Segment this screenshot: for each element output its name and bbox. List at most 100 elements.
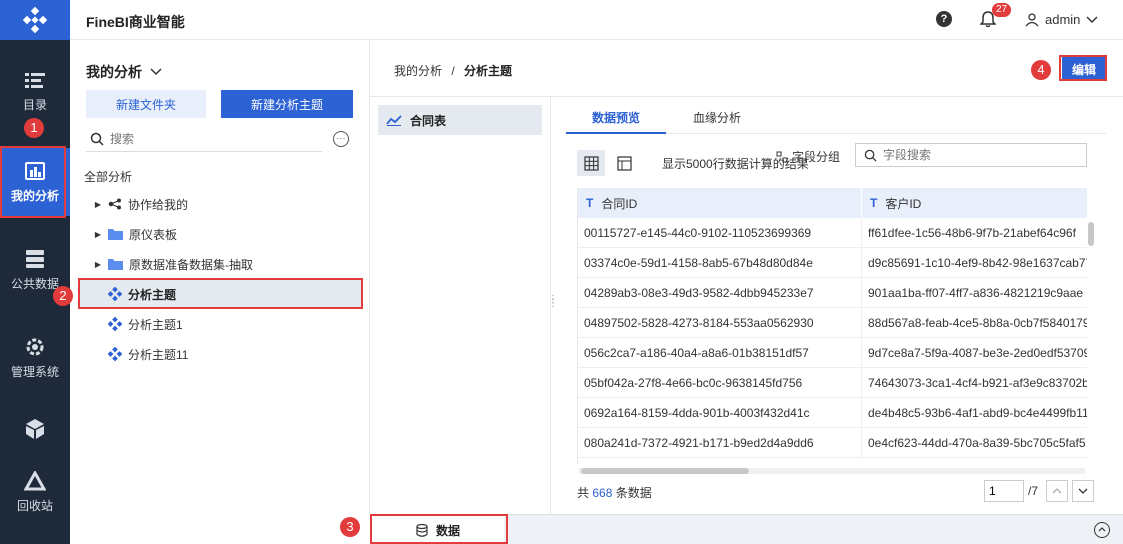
top-bar: FineBI商业智能 ? 27 admin — [70, 0, 1123, 40]
resize-handle[interactable]: ⋮⋮ — [548, 295, 558, 309]
table-cell[interactable]: de4b48c5-93b6-4af1-abd9-bc4e4499fb11 — [862, 398, 1087, 428]
grid-view-button[interactable] — [577, 150, 605, 176]
nav-item-catalog[interactable]: 目录 — [0, 58, 70, 126]
finebi-window: 目录 我的分析 公共数据 管理系统 回收站 FineBI商业智能 ? 27 ad… — [0, 0, 1123, 544]
tree-item-subject-11[interactable]: 分析主题11 — [78, 340, 362, 368]
table-row[interactable]: 056c2ca7-a186-40a4-a8a6-01b38151df57 9d7c… — [578, 338, 1087, 368]
tab-data-preview[interactable]: 数据预览 — [566, 109, 666, 134]
user-menu[interactable]: admin — [1025, 12, 1098, 27]
tree-item-old-dataset[interactable]: ▶ 原数据准备数据集-抽取 — [78, 250, 362, 278]
search-input[interactable] — [110, 131, 310, 146]
nav-label-catalog: 目录 — [22, 97, 47, 112]
all-analysis-label[interactable]: 全部分析 — [84, 168, 132, 185]
chevron-up-icon — [1052, 488, 1062, 494]
table-row[interactable]: 04289ab3-08e3-49d3-9582-4dbb945233e7 901a… — [578, 278, 1087, 308]
table-name: 合同表 — [410, 113, 447, 128]
subject-icon — [108, 347, 122, 361]
table-cell[interactable]: 04289ab3-08e3-49d3-9582-4dbb945233e7 — [578, 278, 862, 308]
vertical-scrollbar[interactable] — [1088, 218, 1094, 464]
expand-icon[interactable]: ▶ — [92, 260, 104, 269]
table-row[interactable]: 080a241d-7372-4921-b171-b9ed2d4a9dd6 0e4c… — [578, 428, 1087, 458]
horizontal-scrollbar[interactable] — [579, 468, 1085, 474]
scrollbar-thumb[interactable] — [581, 468, 749, 474]
table-row[interactable]: 00115727-e145-44c0-9102-110523699369 ff61… — [578, 218, 1087, 248]
database-icon — [416, 523, 428, 537]
search-icon — [90, 132, 104, 146]
nav-label-admin-system: 管理系统 — [10, 364, 59, 379]
tree-item-subject[interactable]: 分析主题 — [78, 280, 362, 308]
edit-button[interactable]: 编辑 — [1062, 57, 1106, 81]
collapse-panel-button[interactable] — [1094, 522, 1110, 538]
table-row[interactable]: 04897502-5828-4273-8184-553aa0562930 88d5… — [578, 308, 1087, 338]
table-list-item[interactable]: 合同表 — [378, 105, 542, 135]
column-header-label: 客户ID — [885, 196, 922, 211]
table-cell[interactable]: 056c2ca7-a186-40a4-a8a6-01b38151df57 — [578, 338, 862, 368]
subject-icon — [108, 287, 122, 301]
public-data-icon — [26, 249, 44, 268]
table-cell[interactable]: 04897502-5828-4273-8184-553aa0562930 — [578, 308, 862, 338]
table-cell[interactable]: 03374c0e-59d1-4158-8ab5-67b48d80d84e — [578, 248, 862, 278]
table-cell[interactable]: 74643073-3ca1-4cf4-b921-af3e9c83702b — [862, 368, 1087, 398]
table-cell[interactable]: 0e4cf623-44dd-470a-8a39-5bc705c5faf5 — [862, 428, 1087, 458]
breadcrumb: 我的分析 / 分析主题 — [394, 62, 512, 79]
help-icon[interactable]: ? — [936, 11, 952, 27]
breadcrumb-root[interactable]: 我的分析 — [394, 64, 442, 78]
more-options-icon[interactable]: ··· — [333, 131, 349, 147]
table-row[interactable]: 0692a164-8159-4dda-901b-4003f432d41c de4b… — [578, 398, 1087, 428]
tab-lineage-analysis[interactable]: 血缘分析 — [693, 109, 741, 134]
panel-title-text: 我的分析 — [86, 64, 142, 80]
breadcrumb-separator: / — [451, 64, 455, 78]
table-row[interactable]: 03374c0e-59d1-4158-8ab5-67b48d80d84e d9c8… — [578, 248, 1087, 278]
column-header[interactable]: T 合同ID — [578, 188, 862, 218]
subject-icon — [108, 317, 122, 331]
field-search-input[interactable] — [883, 148, 1073, 162]
layout-view-button[interactable] — [610, 150, 638, 176]
nav-label-recycle-bin: 回收站 — [16, 498, 53, 513]
table-cell[interactable]: 0692a164-8159-4dda-901b-4003f432d41c — [578, 398, 862, 428]
step-marker-3: 3 — [340, 517, 360, 537]
table-cell[interactable]: 05bf042a-27f8-4e66-bc0c-9638145fd756 — [578, 368, 862, 398]
tree-item-subject-1[interactable]: 分析主题1 — [78, 310, 362, 338]
new-folder-button[interactable]: 新建文件夹 — [86, 90, 206, 118]
table-cell[interactable]: ff61dfee-1c56-48b6-9f7b-21abef64c96f — [862, 218, 1087, 248]
page-input[interactable] — [984, 480, 1024, 502]
next-page-button[interactable] — [1072, 480, 1095, 502]
prev-page-button[interactable] — [1046, 480, 1069, 502]
expand-icon[interactable]: ▶ — [92, 230, 104, 239]
count-value: 668 — [592, 486, 613, 500]
table-cell[interactable]: 88d567a8-feab-4ce5-8b8a-0cb7f5840179 — [862, 308, 1087, 338]
table-cell[interactable]: 080a241d-7372-4921-b171-b9ed2d4a9dd6 — [578, 428, 862, 458]
data-tab[interactable]: 数据 — [372, 516, 504, 544]
expand-icon[interactable]: ▶ — [92, 200, 104, 209]
step-marker-2: 2 — [53, 286, 73, 306]
table-cell[interactable]: 901aa1ba-ff07-4ff7-a836-4821219c9aae — [862, 278, 1087, 308]
nav-item-my-analysis[interactable]: 我的分析 — [0, 148, 70, 216]
data-tab-label: 数据 — [435, 523, 460, 538]
tree-item-label: 协作给我的 — [128, 197, 189, 212]
table-cell[interactable]: d9c85691-1c10-4ef9-8b42-98e1637cab77 — [862, 248, 1087, 278]
field-group-button[interactable]: 字段分组 — [776, 148, 840, 165]
table-cell[interactable]: 9d7ce8a7-5f9a-4087-be3e-2ed0edf53709 — [862, 338, 1087, 368]
grid-body: 00115727-e145-44c0-9102-110523699369 ff61… — [578, 218, 1087, 458]
data-grid: T 合同ID T 客户ID 00115727-e145-44c0-9102-11… — [577, 188, 1087, 464]
user-icon — [1025, 12, 1039, 26]
finebi-logo[interactable] — [0, 0, 70, 40]
share-icon — [108, 198, 121, 210]
admin-system-icon — [26, 338, 44, 355]
view-tabs: 数据预览 血缘分析 — [566, 104, 1106, 134]
tree-item-old-dashboard[interactable]: ▶ 原仪表板 — [78, 220, 362, 248]
count-suffix: 条数据 — [615, 486, 652, 500]
table-cell[interactable]: 00115727-e145-44c0-9102-110523699369 — [578, 218, 862, 248]
column-header[interactable]: T 客户ID — [862, 188, 1087, 218]
tree-item-shared[interactable]: ▶ 协作给我的 — [78, 190, 362, 218]
grid-header: T 合同ID T 客户ID — [578, 188, 1087, 218]
scrollbar-thumb[interactable] — [1088, 222, 1094, 246]
new-subject-button[interactable]: 新建分析主题 — [221, 90, 353, 118]
panel-title[interactable]: 我的分析 — [86, 62, 162, 82]
line-chart-icon — [386, 115, 402, 126]
nav-item-admin-system[interactable]: 管理系统 — [0, 324, 70, 392]
nav-item-cube[interactable] — [0, 398, 70, 466]
table-row[interactable]: 05bf042a-27f8-4e66-bc0c-9638145fd756 7464… — [578, 368, 1087, 398]
my-analysis-icon — [25, 161, 45, 180]
nav-item-recycle-bin[interactable]: 回收站 — [0, 458, 70, 526]
